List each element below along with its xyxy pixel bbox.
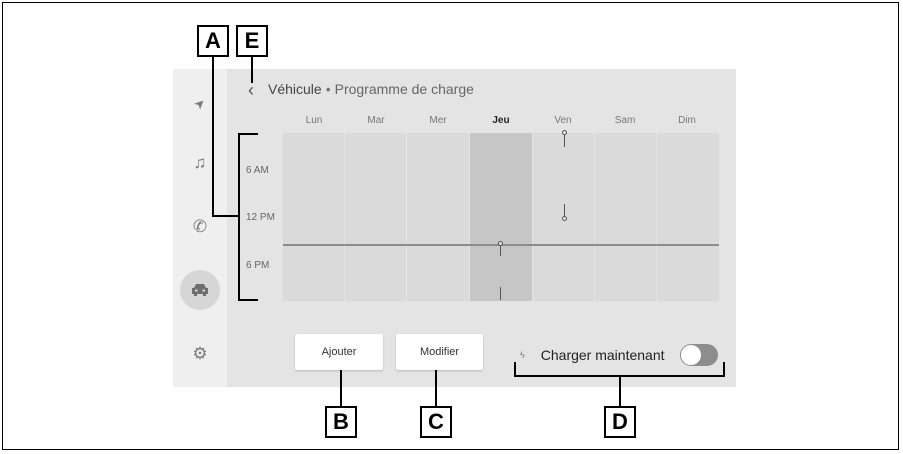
- charge-now-row: ϟ Charger maintenant: [520, 347, 665, 363]
- breadcrumb-separator: •: [325, 81, 331, 97]
- time-label-6am: 6 AM: [246, 165, 269, 176]
- bolt-icon: ϟ: [520, 350, 525, 360]
- day-header-mar: Mar: [367, 115, 385, 126]
- charge-now-label: Charger maintenant: [540, 347, 665, 363]
- schedule-start-stem: [564, 135, 565, 147]
- breadcrumb-parent[interactable]: Véhicule: [268, 81, 322, 97]
- day-header-ven: Ven: [554, 115, 572, 126]
- time-axis-bracket-bottom: [238, 299, 258, 301]
- music-icon[interactable]: ♫: [173, 143, 227, 183]
- gear-icon[interactable]: ⚙: [173, 334, 227, 374]
- toggle-knob: [681, 345, 701, 365]
- time-axis-bracket: [238, 133, 240, 301]
- schedule-next-stem: [500, 287, 501, 300]
- day-header-dim: Dim: [678, 115, 696, 126]
- day-column-sam[interactable]: [595, 133, 656, 301]
- schedule-end-stem: [564, 204, 565, 216]
- callout-b: B: [325, 406, 357, 438]
- day-column-mar[interactable]: [345, 133, 406, 301]
- callout-d-leader: [619, 375, 621, 406]
- time-axis-bracket-top: [238, 133, 258, 135]
- page-title: Programme de charge: [334, 81, 474, 97]
- callout-e: E: [236, 25, 268, 57]
- charge-row-bracket-left: [514, 362, 516, 377]
- callout-c: C: [420, 406, 452, 438]
- edit-button[interactable]: Modifier: [396, 334, 483, 370]
- charge-row-bracket-right: [723, 362, 725, 377]
- day-column-mer[interactable]: [407, 133, 469, 301]
- charge-row-bracket: [514, 375, 725, 377]
- car-icon[interactable]: [180, 270, 220, 310]
- callout-a-leader-h: [212, 215, 239, 217]
- day-header-jeu: Jeu: [492, 115, 510, 126]
- back-button[interactable]: ‹: [248, 80, 254, 100]
- day-column-lun[interactable]: [283, 133, 344, 301]
- day-column-dim[interactable]: [657, 133, 719, 301]
- callout-b-leader: [340, 370, 342, 406]
- add-button[interactable]: Ajouter: [295, 334, 383, 370]
- callout-a: A: [197, 25, 229, 57]
- phone-icon[interactable]: ✆: [173, 207, 227, 247]
- day-header-lun: Lun: [305, 115, 323, 126]
- current-time-stem: [500, 246, 501, 256]
- charge-now-toggle[interactable]: [680, 344, 718, 366]
- time-label-6pm: 6 PM: [246, 260, 270, 271]
- day-header-mer: Mer: [429, 115, 447, 126]
- callout-c-leader: [435, 370, 437, 406]
- schedule-end-marker[interactable]: [562, 216, 567, 221]
- day-header-sam: Sam: [614, 115, 636, 126]
- day-column-jeu[interactable]: [470, 133, 532, 301]
- car-icon-glyph: [192, 284, 208, 296]
- time-label-12pm: 12 PM: [246, 212, 275, 223]
- callout-d: D: [604, 406, 636, 438]
- breadcrumb: Véhicule • Programme de charge: [268, 81, 474, 97]
- callout-a-leader: [212, 57, 214, 216]
- callout-e-leader: [251, 57, 253, 83]
